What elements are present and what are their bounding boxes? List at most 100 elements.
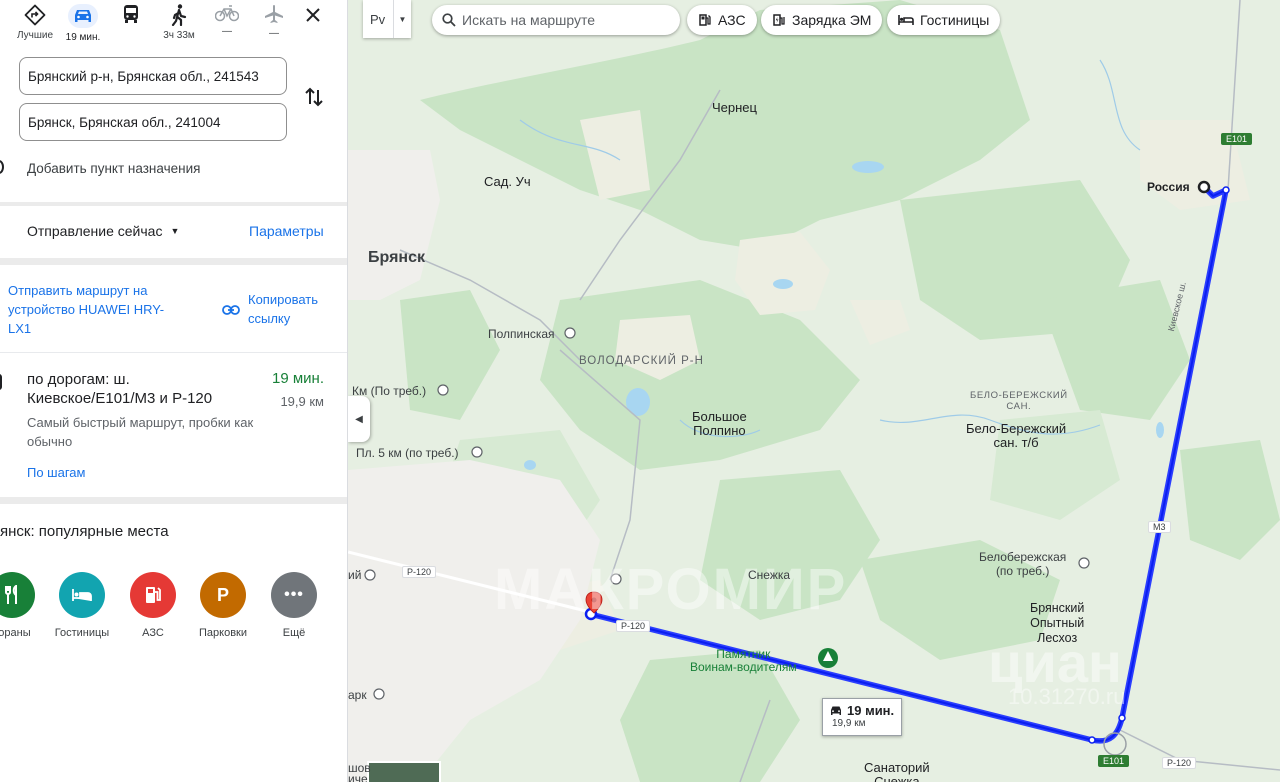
mode-walking-label: 3ч 33м	[163, 30, 195, 41]
add-destination-button[interactable]: Добавить пункт назначения	[27, 161, 200, 176]
bicycle-icon	[215, 5, 239, 22]
chip-hotels[interactable]: Гостиницы	[887, 5, 1001, 35]
route-note: Самый быстрый маршрут, пробки как обычно	[27, 415, 254, 449]
destination-value: Брянск, Брянская обл., 241004	[28, 114, 221, 130]
label-pl-5-km[interactable]: Пл. 5 км (по треб.)	[356, 446, 459, 460]
send-to-device-link[interactable]: Отправить маршрут на устройство HUAWEI H…	[8, 281, 164, 338]
close-icon	[306, 8, 320, 22]
car-icon	[75, 10, 91, 22]
airplane-icon	[265, 5, 283, 23]
label-bolshoe-polpino[interactable]: Большое Полпино	[692, 410, 747, 438]
route-time-badge[interactable]: 19 мин. 19,9 км	[822, 698, 902, 736]
watermark-cian-number: 10.31270.ru	[1008, 684, 1126, 709]
route-selected-indicator	[0, 374, 2, 390]
chevron-left-icon: ◀	[355, 413, 363, 425]
language-button-label: Рv	[370, 11, 386, 27]
chip-hotels-label: Гостиницы	[920, 12, 990, 28]
mode-walking[interactable]: 3ч 33м	[157, 4, 201, 41]
ev-charging-icon	[773, 14, 785, 26]
link-icon	[222, 305, 240, 315]
category-more-label: Ещё	[282, 627, 306, 639]
walking-icon	[171, 4, 187, 26]
label-russia[interactable]: Россия	[1147, 180, 1190, 194]
send-line-2: устройство HUAWEI HRY-	[8, 302, 165, 317]
route-distance: 19,9 км	[280, 394, 324, 409]
popular-places-title: янск: популярные места	[0, 523, 169, 540]
copy-link-button[interactable]: Копировать ссылку	[222, 290, 318, 328]
category-hotels[interactable]: Гостиницы	[47, 572, 117, 639]
road-shield-m3: М3	[1148, 521, 1171, 533]
origin-input[interactable]: Брянский р-н, Брянская обл., 241543	[19, 57, 287, 95]
departure-label: Отправление сейчас	[27, 223, 163, 239]
gas-station-icon	[146, 587, 161, 603]
route-options-link[interactable]: Параметры	[249, 223, 324, 239]
restaurant-icon	[5, 585, 17, 604]
hotel-icon	[898, 15, 914, 25]
swap-icon	[305, 87, 323, 107]
collapse-panel-button[interactable]: ◀	[348, 396, 370, 442]
route-option[interactable]: по дорогам: ш. Киевское/E101/M3 и Р-120 1…	[27, 370, 327, 490]
search-placeholder: Искать на маршруте	[462, 12, 596, 28]
search-on-route-field[interactable]: Искать на маршруте	[432, 5, 680, 35]
copy-line-1: Копировать	[248, 292, 318, 307]
category-restaurants-label: тораны	[0, 627, 31, 639]
language-button[interactable]: Рv ▼	[363, 0, 411, 38]
category-hotels-label: Гостиницы	[54, 627, 110, 639]
chip-gas-stations[interactable]: АЗС	[687, 5, 757, 35]
destination-input[interactable]: Брянск, Брянская обл., 241004	[19, 103, 287, 141]
mode-best[interactable]: Лучшие	[13, 4, 57, 41]
send-line-1: Отправить маршрут на	[8, 283, 148, 298]
category-parking[interactable]: P Парковки	[188, 572, 258, 639]
mode-driving[interactable]: 19 мин.	[61, 4, 105, 43]
label-snezhka[interactable]: Снежка	[748, 568, 790, 582]
label-lesxoz[interactable]: Брянский Опытный Лесхоз	[1030, 601, 1084, 646]
label-pamyatnik[interactable]: Памятник Воинам-водителям	[690, 648, 797, 674]
copy-line-2: ссылку	[248, 311, 291, 326]
label-belo-berezhsky-san: БЕЛО-БЕРЕЖСКИЙ САН.	[970, 390, 1068, 412]
divider	[0, 258, 347, 265]
category-gas-stations[interactable]: АЗС	[118, 572, 188, 639]
label-left-d: иче	[348, 772, 368, 782]
road-shield-r120-left: Р-120	[402, 566, 437, 578]
map-graphics	[348, 0, 1280, 782]
label-polpinskaya[interactable]: Полпинская	[488, 327, 555, 341]
close-directions-button[interactable]	[303, 5, 323, 25]
directions-panel: Лучшие 19 мин. 3ч 33м — — Брянский р-н, …	[0, 0, 348, 782]
label-sad-uch[interactable]: Сад. Уч	[484, 174, 531, 189]
chip-ev-charging-label: Зарядка ЭМ	[792, 12, 872, 28]
label-bryansk[interactable]: Брянск	[368, 249, 425, 267]
swap-route-button[interactable]	[302, 84, 326, 110]
hotel-icon	[72, 589, 92, 601]
category-parking-label: Парковки	[199, 627, 247, 639]
road-shield-e101-top: E101	[1221, 133, 1253, 145]
more-icon: •••	[284, 586, 304, 603]
label-left-b: арк	[348, 688, 367, 702]
mode-best-label: Лучшие	[16, 30, 54, 41]
mode-flights-label: —	[269, 28, 279, 39]
category-gas-stations-label: АЗС	[142, 627, 164, 639]
search-icon	[442, 13, 456, 27]
label-chernec[interactable]: Чернец	[712, 100, 757, 115]
divider	[0, 352, 347, 353]
road-shield-r120-mid: Р-120	[616, 620, 651, 632]
category-restaurants[interactable]: тораны	[0, 572, 47, 639]
chip-gas-stations-label: АЗС	[718, 12, 746, 28]
chip-ev-charging[interactable]: Зарядка ЭМ	[761, 5, 883, 35]
route-steps-link[interactable]: По шагам	[27, 465, 85, 480]
road-shield-e101-bottom: E101	[1098, 755, 1130, 767]
divider	[0, 202, 347, 206]
send-line-3: LX1	[8, 321, 32, 336]
mode-cycling[interactable]: —	[205, 4, 249, 37]
map-canvas[interactable]: МАКРОМИР циан 10.31270.ru Чернец Сад. Уч…	[348, 0, 1280, 782]
departure-time-dropdown[interactable]: Отправление сейчас ▼	[27, 223, 179, 239]
mode-transit[interactable]	[109, 4, 153, 28]
label-beloberezhskaya[interactable]: Белобережская (по треб.)	[979, 550, 1066, 578]
car-icon	[831, 706, 841, 715]
divider	[0, 497, 347, 504]
category-more[interactable]: ••• Ещё	[259, 572, 329, 639]
label-belo-berezhsky-tb[interactable]: Бело-Бережский сан. т/б	[966, 422, 1066, 450]
label-sanatoriy[interactable]: Санаторий Снежка	[864, 761, 930, 782]
add-destination-dot-icon	[0, 160, 4, 174]
mode-flights[interactable]: —	[252, 4, 296, 39]
watermark-makromir: МАКРОМИР	[494, 557, 848, 622]
